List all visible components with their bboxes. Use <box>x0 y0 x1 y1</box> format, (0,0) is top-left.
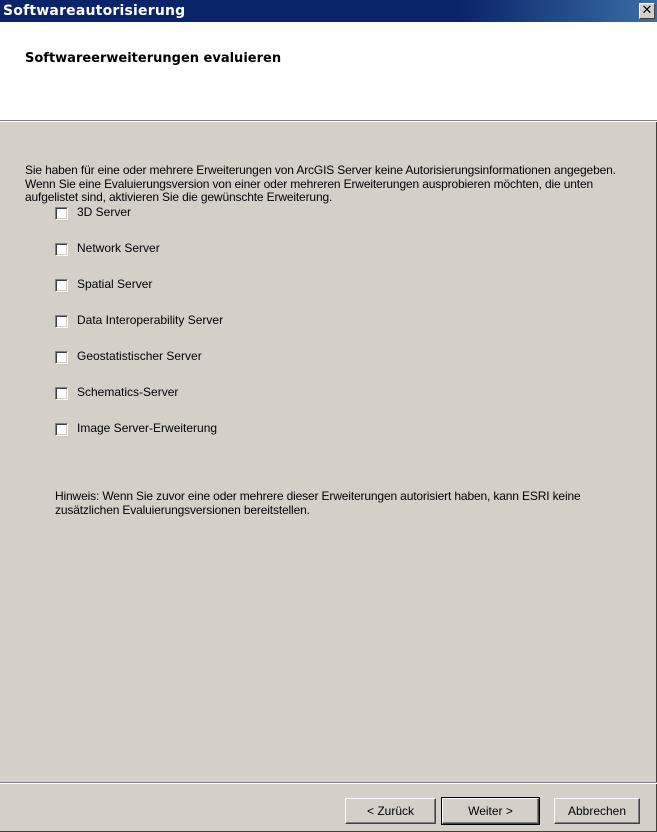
footer-divider <box>0 782 657 784</box>
extension-label[interactable]: Data Interoperability Server <box>77 313 223 328</box>
checkbox-schematics-server[interactable] <box>55 386 68 400</box>
intro-text: Sie haben für eine oder mehrere Erweiter… <box>25 163 616 204</box>
checkbox-3d-server[interactable] <box>55 206 68 220</box>
page-title: Softwareerweiterungen evaluieren <box>25 51 282 66</box>
close-button[interactable]: ✕ <box>639 3 655 19</box>
title-bar[interactable]: Softwareautorisierung ✕ <box>0 0 657 22</box>
checkbox-image-server[interactable] <box>55 422 68 436</box>
checkbox-data-interoperability-server[interactable] <box>55 314 68 328</box>
extension-option-image-server[interactable]: Image Server-Erweiterung <box>55 421 635 458</box>
extension-option-geostatistischer-server[interactable]: Geostatistischer Server <box>55 349 635 386</box>
dialog-window: Softwareautorisierung ✕ Softwareerweiter… <box>0 0 657 832</box>
checkbox-network-server[interactable] <box>55 242 68 256</box>
extension-label[interactable]: Schematics-Server <box>77 385 178 400</box>
hint-text: Hinweis: Wenn Sie zuvor eine oder mehrer… <box>55 489 581 517</box>
extension-option-network-server[interactable]: Network Server <box>55 241 635 278</box>
extension-option-spatial-server[interactable]: Spatial Server <box>55 277 635 314</box>
extension-option-3d-server[interactable]: 3D Server <box>55 205 635 242</box>
window-title: Softwareautorisierung <box>3 3 186 19</box>
extension-label[interactable]: Image Server-Erweiterung <box>77 421 217 436</box>
content-area: Sie haben für eine oder mehrere Erweiter… <box>25 163 635 458</box>
extension-label[interactable]: 3D Server <box>77 205 131 220</box>
extension-option-data-interoperability-server[interactable]: Data Interoperability Server <box>55 313 635 350</box>
checkbox-spatial-server[interactable] <box>55 278 68 292</box>
extension-label[interactable]: Spatial Server <box>77 277 152 292</box>
header-panel: Softwareerweiterungen evaluieren <box>0 22 657 122</box>
extension-list: 3D Server Network Server Spatial Server … <box>55 205 635 458</box>
back-button[interactable]: < Zurück <box>345 798 436 824</box>
extension-label[interactable]: Network Server <box>77 241 160 256</box>
close-icon: ✕ <box>641 3 653 18</box>
checkbox-geostatistischer-server[interactable] <box>55 350 68 364</box>
next-button[interactable]: Weiter > <box>441 797 540 825</box>
cancel-button[interactable]: Abbrechen <box>554 798 640 824</box>
extension-label[interactable]: Geostatistischer Server <box>77 349 202 364</box>
extension-option-schematics-server[interactable]: Schematics-Server <box>55 385 635 422</box>
